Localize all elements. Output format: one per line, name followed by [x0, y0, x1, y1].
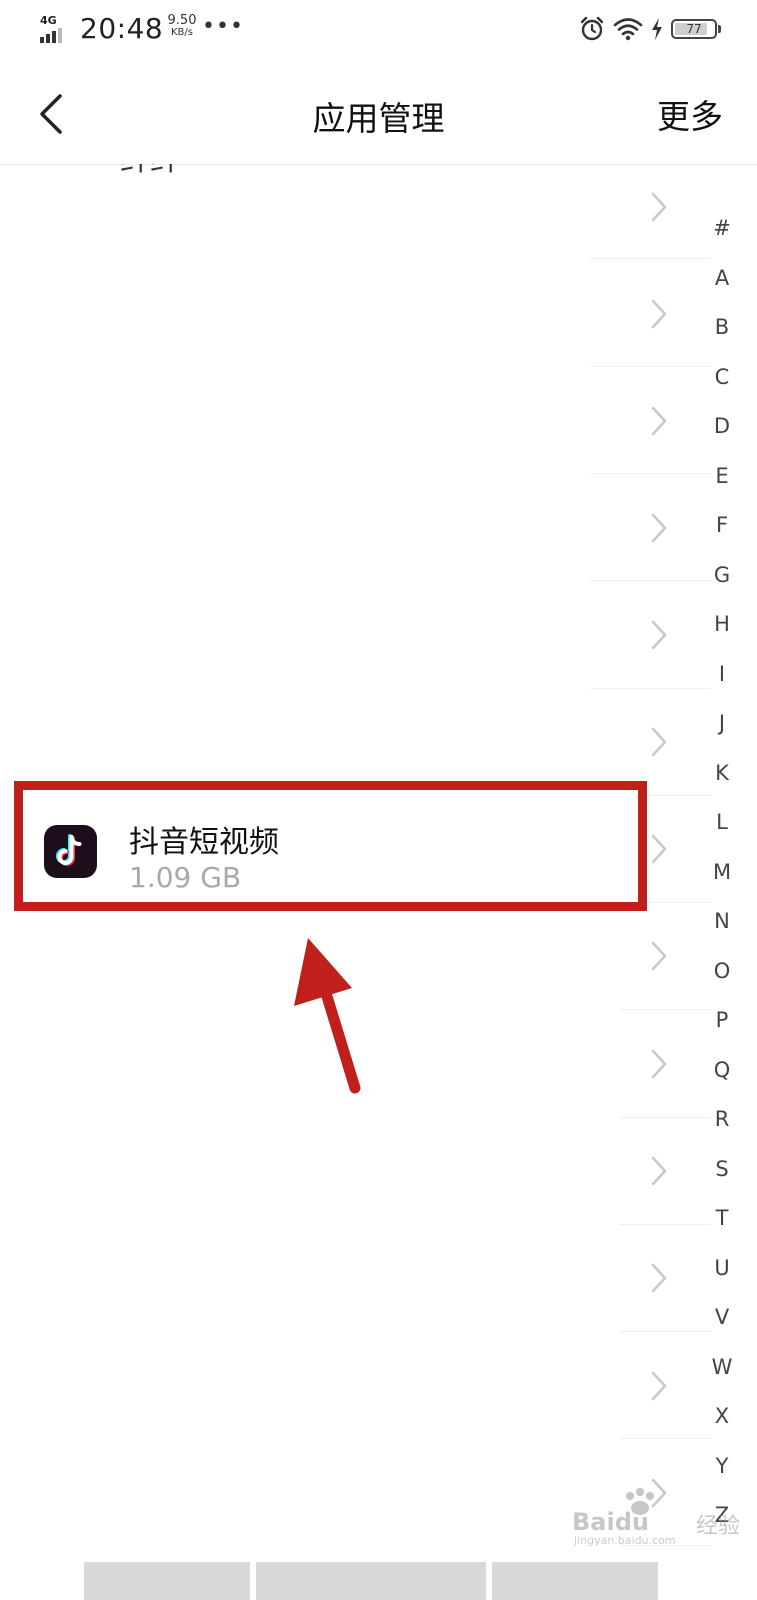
alphabet-index-letter[interactable]: H	[700, 600, 744, 650]
network-speed: 9.50 KB/s	[167, 13, 197, 38]
status-bar: 4G 20:48 9.50 KB/s ••• 77	[0, 0, 757, 64]
bottom-toolbar-segment[interactable]	[256, 1562, 486, 1600]
alphabet-index-letter[interactable]: V	[700, 1293, 744, 1343]
alphabet-index-letter[interactable]: C	[700, 353, 744, 403]
chevron-right-icon[interactable]	[648, 1047, 670, 1081]
list-divider	[620, 1117, 710, 1118]
alphabet-index-letter[interactable]: N	[700, 897, 744, 947]
alarm-icon	[580, 16, 604, 41]
chevron-right-icon[interactable]	[648, 939, 670, 973]
status-icons: 77	[579, 16, 721, 42]
highlighted-app-row[interactable]: 抖音短视频 1.09 GB	[14, 781, 647, 911]
alphabet-index-letter[interactable]: #	[700, 204, 744, 254]
alphabet-index-letter[interactable]: F	[700, 501, 744, 551]
battery-icon: 77	[671, 19, 721, 39]
chevron-right-icon[interactable]	[648, 618, 670, 652]
alphabet-index-letter[interactable]: U	[700, 1244, 744, 1294]
page-title: 应用管理	[312, 99, 445, 138]
chevron-right-icon[interactable]	[648, 1369, 670, 1403]
bottom-toolbar-segment[interactable]	[492, 1562, 658, 1600]
baidu-watermark: Baidu 经验 jingyan.baidu.com	[568, 1488, 748, 1548]
alphabet-index-letter[interactable]: G	[700, 551, 744, 601]
list-divider	[590, 580, 710, 581]
network-type: 4G	[40, 14, 57, 27]
alphabet-index-letter[interactable]: L	[700, 798, 744, 848]
alphabet-index-letter[interactable]: T	[700, 1194, 744, 1244]
chevron-right-icon[interactable]	[648, 190, 670, 224]
wifi-icon	[613, 18, 643, 41]
app-header: 应用管理 更多	[0, 64, 757, 165]
annotation-arrow-icon	[294, 938, 361, 1094]
chevron-right-icon[interactable]	[648, 1261, 670, 1295]
alphabet-index-letter[interactable]: P	[700, 996, 744, 1046]
chevron-right-icon[interactable]	[648, 297, 670, 331]
clock: 20:48	[80, 12, 164, 45]
alphabet-index-letter[interactable]: R	[700, 1095, 744, 1145]
alphabet-index-letter[interactable]: A	[700, 254, 744, 304]
signal-icon: 4G	[40, 14, 72, 43]
divider	[620, 1545, 710, 1546]
list-divider	[590, 366, 710, 367]
more-button[interactable]: 更多	[657, 90, 723, 138]
list-divider	[620, 1009, 710, 1010]
charging-icon	[652, 18, 662, 40]
battery-level: 77	[686, 22, 702, 36]
alphabet-index-letter[interactable]: Q	[700, 1046, 744, 1096]
more-notifications-icon: •••	[202, 14, 244, 39]
chevron-right-icon[interactable]	[648, 404, 670, 438]
list-divider	[590, 688, 710, 689]
alphabet-index-letter[interactable]: D	[700, 402, 744, 452]
list-divider	[620, 1331, 710, 1332]
chevron-right-icon[interactable]	[648, 511, 670, 545]
list-divider	[620, 1438, 710, 1439]
list-divider	[590, 258, 710, 259]
alphabet-index-letter[interactable]: O	[700, 947, 744, 997]
alphabet-index-letter[interactable]: I	[700, 650, 744, 700]
alphabet-index-letter[interactable]: B	[700, 303, 744, 353]
alphabet-index-letter[interactable]: X	[700, 1392, 744, 1442]
chevron-right-icon[interactable]	[648, 1154, 670, 1188]
alphabet-index-letter[interactable]: S	[700, 1145, 744, 1195]
alphabet-index-letter[interactable]: M	[700, 848, 744, 898]
list-divider	[590, 473, 710, 474]
partial-app-name: 纤纤	[120, 164, 180, 180]
alphabet-index-letter[interactable]: E	[700, 452, 744, 502]
chevron-right-icon[interactable]	[648, 725, 670, 759]
alphabet-index-letter[interactable]: J	[700, 699, 744, 749]
chevron-right-icon[interactable]	[648, 832, 670, 866]
bottom-toolbar-segment[interactable]	[84, 1562, 250, 1600]
list-divider	[620, 1224, 710, 1225]
alphabet-index-letter[interactable]: Y	[700, 1442, 744, 1492]
tiktok-icon	[44, 825, 97, 878]
alphabet-index-letter[interactable]: W	[700, 1343, 744, 1393]
app-name: 抖音短视频	[129, 825, 279, 860]
alphabet-index[interactable]: # A B C D E F G H I J K L M N O P Q R S T U V W X Y Z	[700, 204, 744, 1541]
alphabet-index-letter[interactable]: K	[700, 749, 744, 799]
app-size: 1.09 GB	[129, 861, 242, 894]
